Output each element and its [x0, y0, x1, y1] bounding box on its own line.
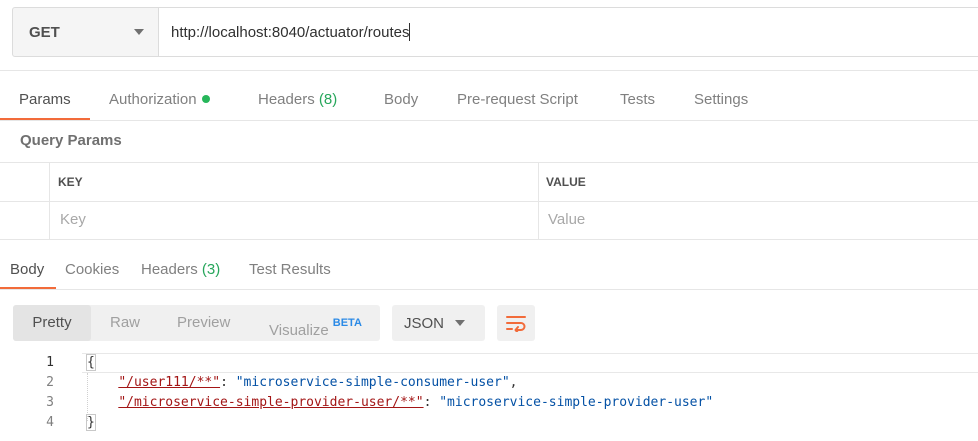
code-line: 2 "/user111/**": "microservice-simple-co… — [0, 373, 978, 393]
status-dot-icon — [201, 95, 210, 103]
tab-prerequest-label: Pre-request Script — [457, 91, 578, 108]
tab-tests-label: Tests — [620, 91, 656, 108]
code-line: 1 { — [0, 353, 978, 373]
code-line: 4 } — [0, 413, 978, 433]
view-raw-button[interactable]: Raw — [110, 305, 140, 341]
response-tab-test-results[interactable]: Test Results — [249, 252, 331, 288]
divider — [0, 289, 978, 290]
chevron-down-icon — [455, 320, 465, 326]
line-number: 4 — [46, 415, 54, 430]
tab-body-label: Body — [384, 91, 419, 108]
tab-prerequest-script[interactable]: Pre-request Script — [457, 78, 578, 120]
tab-body[interactable]: Body — [384, 78, 418, 120]
value-input[interactable]: Value — [548, 211, 585, 228]
open-brace: { — [86, 354, 96, 371]
tab-params[interactable]: Params — [19, 78, 71, 120]
divider — [0, 70, 978, 71]
response-tab-cookies[interactable]: Cookies — [65, 252, 119, 288]
view-preview-button[interactable]: Preview — [177, 305, 230, 341]
code-text: { — [86, 353, 96, 373]
column-header-value: VALUE — [546, 175, 586, 189]
close-brace: } — [86, 414, 96, 431]
line-number: 1 — [46, 355, 54, 370]
wrap-lines-icon — [506, 316, 526, 332]
view-mode-selector: Pretty Raw Preview Visualize BETA — [13, 305, 380, 341]
json-value: "microservice-simple-provider-user" — [439, 395, 714, 410]
response-tab-body-label: Body — [10, 261, 45, 278]
code-text: "/user111/**": "microservice-simple-cons… — [87, 373, 517, 393]
query-params-title: Query Params — [20, 132, 122, 149]
request-bar: GET http://localhost:8040/actuator/route… — [12, 7, 978, 57]
response-tab-headers[interactable]: Headers (3) — [141, 252, 220, 288]
tab-headers[interactable]: Headers (8) — [258, 78, 337, 120]
response-tab-cookies-label: Cookies — [65, 261, 120, 278]
line-number: 2 — [46, 375, 54, 390]
code-text: "/microservice-simple-provider-user/**":… — [87, 393, 713, 413]
method-select[interactable]: GET — [12, 7, 159, 57]
tab-tests[interactable]: Tests — [620, 78, 655, 120]
wrap-lines-button[interactable] — [497, 305, 535, 341]
response-tab-test-results-label: Test Results — [249, 261, 331, 278]
response-body-editor[interactable]: 1 { 2 "/user111/**": "microservice-simpl… — [0, 353, 978, 433]
column-header-key: KEY — [58, 175, 83, 189]
divider — [0, 120, 978, 121]
tab-authorization-label: Authorization — [109, 91, 197, 108]
json-separator: : — [220, 375, 236, 390]
query-params-table: KEY VALUE Key Value — [0, 162, 978, 240]
view-pretty-button[interactable]: Pretty — [13, 305, 91, 341]
tab-settings-label: Settings — [694, 91, 749, 108]
response-tab-headers-label: Headers — [141, 261, 198, 278]
format-label: JSON — [404, 314, 445, 332]
method-label: GET — [29, 23, 60, 41]
format-select[interactable]: JSON — [392, 305, 485, 341]
beta-badge: BETA — [332, 317, 362, 329]
json-key: "/microservice-simple-provider-user/**" — [118, 395, 424, 410]
tab-headers-label: Headers — [258, 91, 315, 108]
code-text: } — [86, 413, 96, 433]
json-key: "/user111/**" — [118, 375, 221, 390]
tab-authorization[interactable]: Authorization — [109, 78, 210, 120]
request-tabs: Params Authorization Headers (8) Body Pr… — [0, 78, 978, 120]
json-separator: : — [423, 395, 440, 410]
url-text: http://localhost:8040/actuator/routes — [171, 23, 410, 41]
url-input[interactable]: http://localhost:8040/actuator/routes — [159, 7, 978, 57]
text-cursor — [409, 23, 411, 41]
chevron-down-icon — [134, 29, 144, 35]
json-value: "microservice-simple-consumer-user" — [235, 375, 510, 390]
active-line-highlight — [82, 353, 978, 373]
tab-settings[interactable]: Settings — [694, 78, 748, 120]
response-tab-body[interactable]: Body — [10, 252, 44, 288]
line-number: 3 — [46, 395, 54, 410]
view-visualize-button[interactable]: Visualize BETA — [269, 305, 362, 341]
tab-headers-count: (8) — [318, 91, 338, 108]
response-tab-headers-count: (3) — [201, 261, 221, 278]
tab-params-label: Params — [19, 91, 71, 108]
key-input[interactable]: Key — [60, 211, 86, 228]
code-line: 3 "/microservice-simple-provider-user/**… — [0, 393, 978, 413]
table-divider — [0, 201, 978, 202]
json-trailing-comma: , — [509, 375, 518, 390]
visualize-label: Visualize — [269, 322, 329, 339]
